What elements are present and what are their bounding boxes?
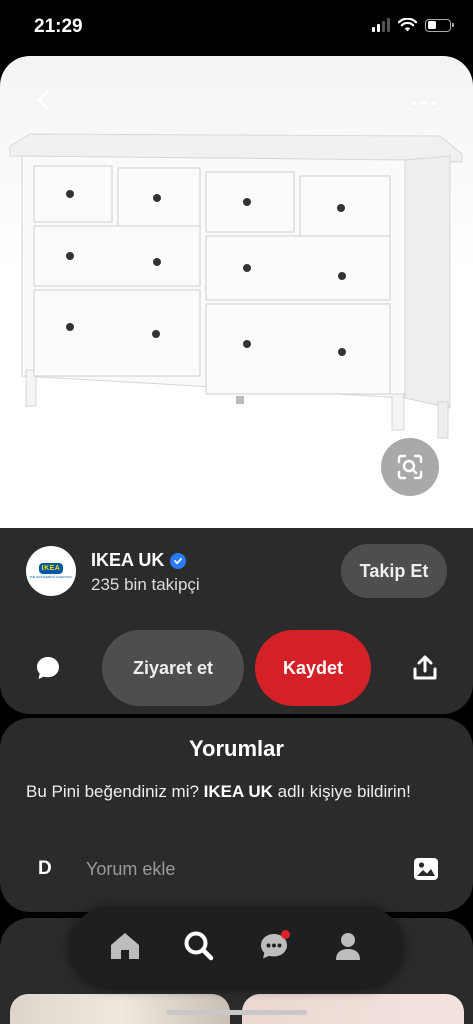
- nav-search[interactable]: [181, 928, 217, 964]
- status-icons: [372, 18, 454, 32]
- notification-dot: [280, 930, 290, 939]
- image-icon: [414, 858, 438, 880]
- comment-icon: [37, 657, 59, 679]
- battery-icon: [425, 18, 454, 32]
- comments-prompt: Bu Pini beğendiniz mi? IKEA UK adlı kişi…: [26, 782, 411, 801]
- back-button[interactable]: [30, 86, 58, 114]
- follow-button[interactable]: Takip Et: [341, 544, 447, 598]
- profile-name[interactable]: IKEA UK: [91, 550, 187, 571]
- comments-prompt-name: IKEA UK: [203, 782, 273, 801]
- add-photo-button[interactable]: [413, 857, 439, 881]
- visit-button[interactable]: Ziyaret et: [102, 630, 244, 706]
- nav-home[interactable]: [107, 928, 143, 964]
- wifi-icon: [398, 18, 417, 32]
- save-button[interactable]: Kaydet: [255, 630, 371, 706]
- home-icon: [111, 933, 140, 959]
- white-dresser-image: [9, 133, 463, 439]
- related-pin-thumbnail[interactable]: [10, 994, 230, 1024]
- search-icon: [184, 931, 214, 961]
- more-icon: [411, 100, 417, 106]
- profile-name-text: IKEA UK: [91, 550, 165, 570]
- comment-input[interactable]: [86, 854, 386, 884]
- status-bar: 21:29: [0, 0, 473, 56]
- pin-details-sheet: IKEA THE WONDERFUL EVERYDAY IKEA UK 235 …: [0, 528, 473, 714]
- visual-search-button[interactable]: [381, 438, 439, 496]
- share-icon: [413, 655, 437, 680]
- home-indicator: [166, 1010, 307, 1015]
- nav-messages[interactable]: [256, 928, 292, 964]
- ikea-logo-tagline: THE WONDERFUL EVERYDAY: [29, 575, 73, 579]
- visual-search-icon: [397, 454, 423, 480]
- signal-icon: [372, 18, 390, 32]
- comments-card: Yorumlar Bu Pini beğendiniz mi? IKEA UK …: [0, 718, 473, 912]
- verified-icon: [170, 552, 187, 569]
- user-avatar-initial: D: [38, 858, 52, 879]
- more-button[interactable]: [411, 100, 437, 106]
- comment-button[interactable]: [34, 654, 62, 682]
- bottom-navigation: [70, 906, 403, 986]
- comments-title: Yorumlar: [189, 736, 284, 761]
- avatar[interactable]: IKEA THE WONDERFUL EVERYDAY: [26, 546, 76, 596]
- profile-icon: [335, 933, 360, 960]
- share-button[interactable]: [411, 654, 439, 682]
- status-time: 21:29: [34, 16, 83, 37]
- ikea-logo: IKEA: [38, 563, 64, 574]
- nav-profile[interactable]: [330, 928, 366, 964]
- back-icon: [37, 90, 49, 110]
- pin-image-card[interactable]: [0, 56, 473, 528]
- related-pin-thumbnail[interactable]: [242, 994, 464, 1024]
- follower-count: 235 bin takipçi: [91, 575, 200, 594]
